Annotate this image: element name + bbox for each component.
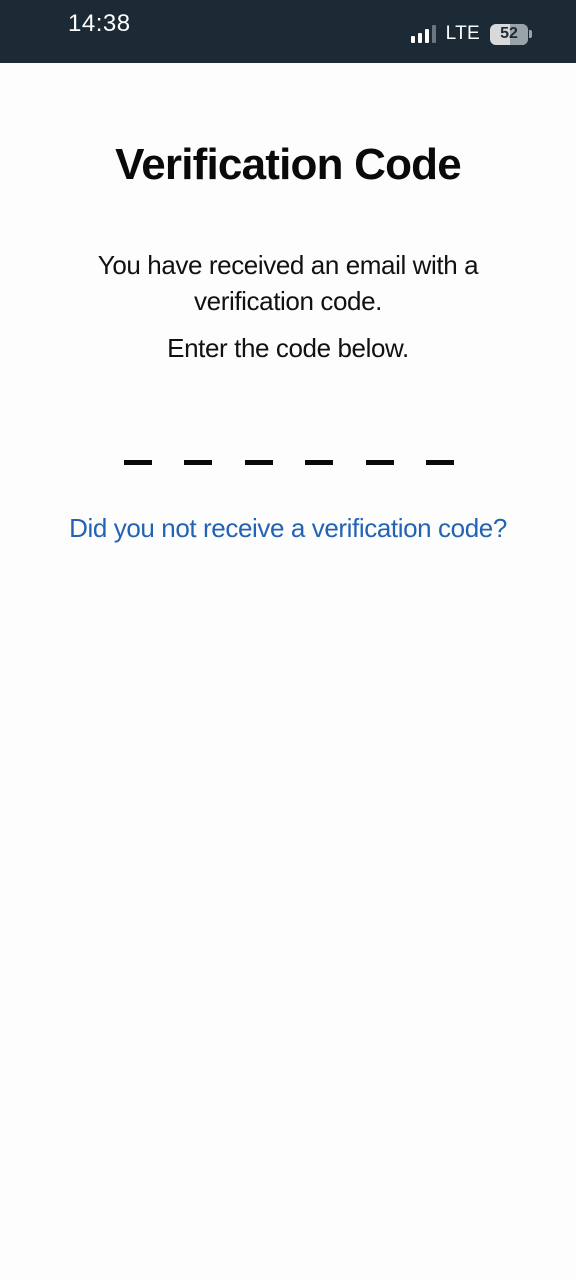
- signal-strength-icon: [410, 25, 436, 43]
- battery-icon: 52: [490, 23, 532, 45]
- resend-code-link[interactable]: Did you not receive a verification code?: [0, 513, 576, 544]
- code-digit-3[interactable]: [244, 450, 273, 474]
- email-sent-message: You have received an email with a verifi…: [97, 250, 479, 316]
- code-digit-6[interactable]: [425, 450, 454, 474]
- battery-percentage: 52: [500, 25, 518, 42]
- status-bar: 14:38 LTE 52: [0, 0, 576, 63]
- status-indicators: LTE 52: [410, 22, 532, 46]
- code-digit-5[interactable]: [365, 450, 394, 474]
- verification-code-input[interactable]: [124, 450, 454, 474]
- code-digit-1[interactable]: [124, 450, 152, 474]
- status-time: 14:38: [68, 10, 131, 37]
- code-digit-4[interactable]: [305, 450, 334, 474]
- enter-code-instruction: Enter the code below.: [167, 333, 409, 363]
- code-digit-2[interactable]: [184, 450, 213, 474]
- network-type-label: LTE: [445, 23, 480, 44]
- page-title: Verification Code: [115, 140, 462, 189]
